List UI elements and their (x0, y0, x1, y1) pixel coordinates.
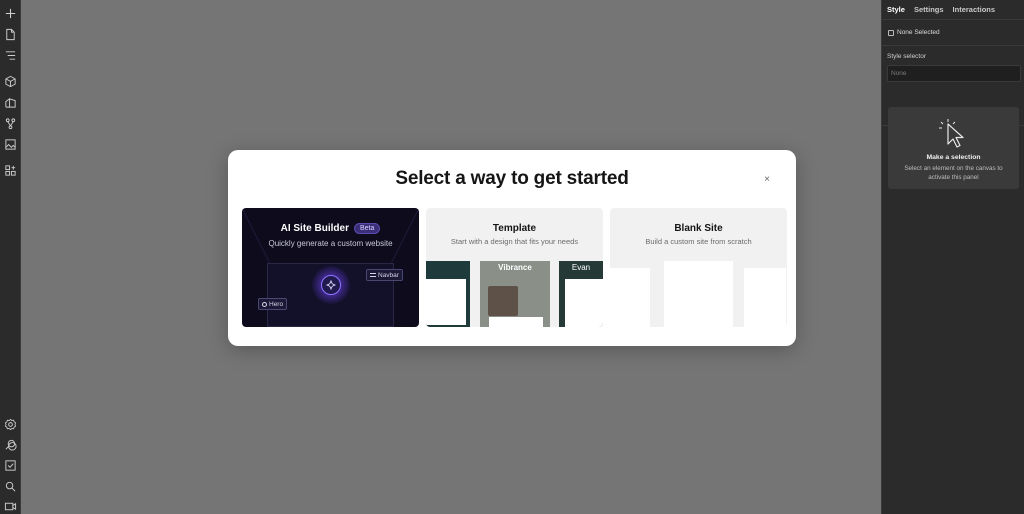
empty-state-title: Make a selection (926, 154, 981, 161)
ai-site-builder-card[interactable]: AI Site Builder Beta Quickly generate a … (242, 208, 419, 327)
navbar-icon (370, 273, 376, 277)
settings-icon[interactable] (3, 417, 17, 431)
style-panel: Style Settings Interactions None Selecte… (881, 0, 1024, 514)
ai-title-row: AI Site Builder Beta (242, 223, 419, 234)
app-window: Style Settings Interactions None Selecte… (0, 0, 1024, 514)
template-card-title: Template (492, 223, 537, 234)
navbar-chip: Navbar (366, 269, 403, 281)
components-icon[interactable] (3, 74, 17, 88)
evan-page (565, 279, 603, 327)
left-toolbar (0, 0, 21, 514)
checkbox-icon (888, 29, 894, 36)
none-selected-label: None Selected (897, 29, 940, 36)
blank-preview-page (664, 261, 733, 327)
style-selector-input[interactable]: None (887, 65, 1021, 82)
beta-badge: Beta (353, 223, 381, 234)
ai-card-subtitle: Quickly generate a custom website (268, 239, 393, 248)
blank-site-card[interactable]: Blank Site Build a custom site from scra… (610, 208, 787, 327)
navigator-icon[interactable] (3, 48, 17, 62)
audit-icon[interactable] (3, 458, 17, 472)
user-icon (262, 301, 267, 307)
panel-tabs: Style Settings Interactions (882, 0, 1024, 20)
tab-settings[interactable]: Settings (914, 5, 944, 14)
style-selector-label: Style selector (887, 53, 927, 60)
cursor-click-icon (938, 119, 964, 148)
get-started-modal: Select a way to get started × AI Site Bu… (228, 150, 796, 346)
template-preview-evan: Evan (559, 261, 603, 327)
blank-preview-left (610, 268, 650, 327)
empty-state-description: Select an element on the canvas to activ… (904, 165, 1003, 181)
template-preview-left (426, 261, 470, 327)
ai-card-title: AI Site Builder (280, 223, 349, 234)
hero-chip-label: Hero (269, 300, 284, 308)
template-preview-vibrance: Vibrance (480, 261, 550, 327)
evan-heading: Evan (571, 263, 591, 272)
apps-icon[interactable] (3, 163, 17, 177)
page-icon[interactable] (3, 27, 17, 41)
ecommerce-icon[interactable] (3, 116, 17, 130)
help-icon[interactable] (3, 437, 17, 451)
tab-style[interactable]: Style (887, 5, 905, 14)
tab-interactions[interactable]: Interactions (953, 5, 996, 14)
assets-icon[interactable] (3, 137, 17, 151)
template-card[interactable]: Template Start with a design that fits y… (426, 208, 603, 327)
template-card-subtitle: Start with a design that fits your needs (450, 237, 579, 246)
empty-state-card: Make a selection Select an element on th… (888, 107, 1019, 189)
vibrance-card (489, 317, 543, 327)
close-icon[interactable]: × (761, 174, 773, 186)
selection-status: None Selected (882, 20, 1024, 46)
blank-card-title: Blank Site (674, 223, 723, 234)
blank-preview-right (744, 268, 786, 327)
vibrance-heading: Vibrance (498, 263, 532, 272)
plus-icon[interactable] (3, 6, 17, 20)
template-preview-left-page (426, 279, 466, 325)
video-icon[interactable] (3, 499, 17, 513)
hero-chip: Hero (258, 298, 288, 310)
modal-title: Select a way to get started (395, 168, 629, 189)
vibrance-photo (488, 286, 518, 316)
blank-card-subtitle: Build a custom site from scratch (645, 237, 752, 246)
sparkle-icon (321, 275, 341, 295)
search-icon[interactable] (3, 479, 17, 493)
cms-icon[interactable] (3, 95, 17, 109)
navbar-chip-label: Navbar (378, 271, 399, 279)
